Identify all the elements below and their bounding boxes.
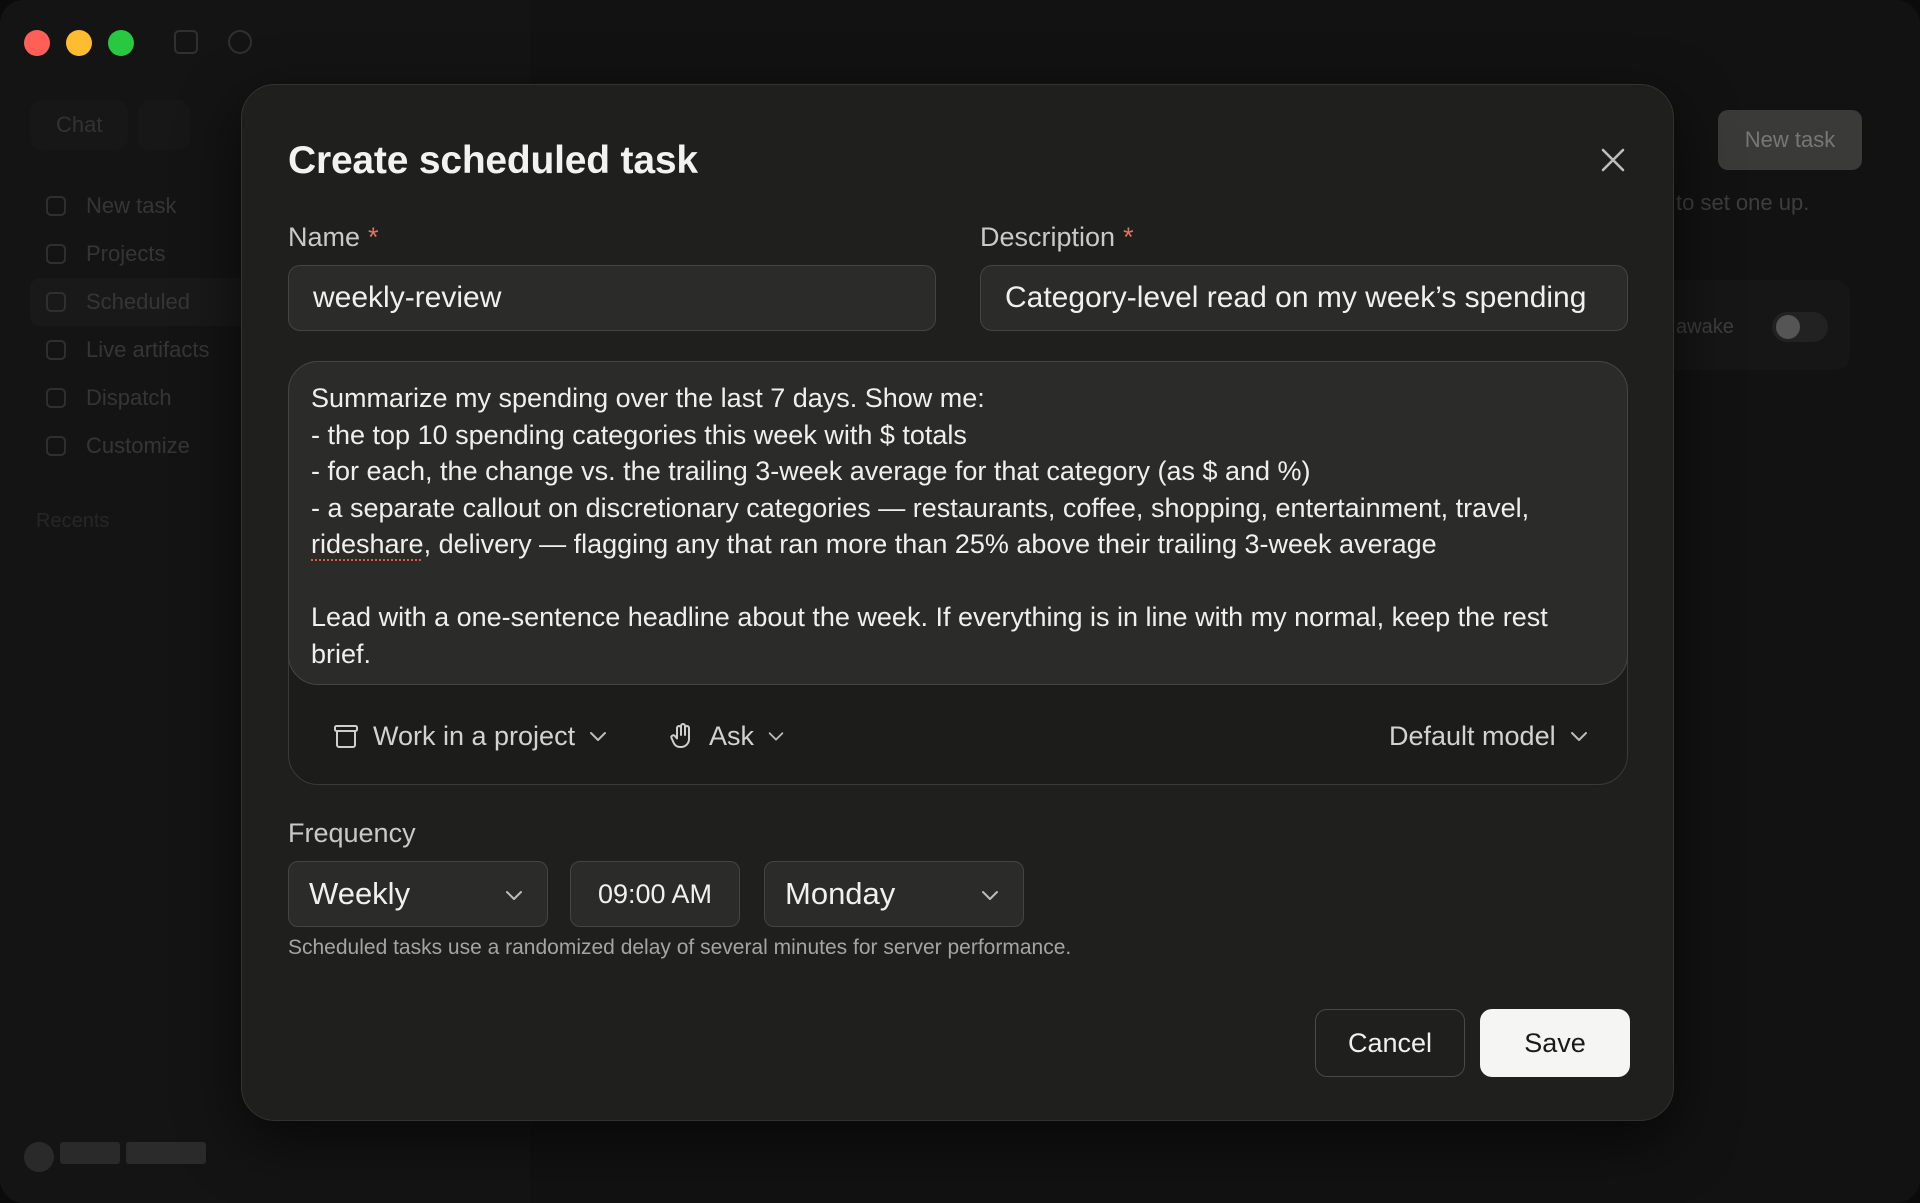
minimize-window-button[interactable] — [66, 30, 92, 56]
window-controls — [24, 30, 134, 56]
frequency-helper-text: Scheduled tasks use a randomized delay o… — [288, 936, 1072, 959]
sidebar-item-label: Scheduled — [86, 289, 190, 314]
prompt-textarea[interactable]: Summarize my spending over the last 7 da… — [288, 361, 1628, 685]
prompt-line: - for each, the change vs. the trailing … — [311, 456, 1311, 486]
frequency-interval-select[interactable]: Weekly — [288, 861, 548, 927]
name-input[interactable]: weekly-review — [288, 265, 936, 331]
keep-awake-label: awake — [1676, 316, 1734, 338]
user-profile[interactable] — [24, 1142, 206, 1172]
day-of-week-value: Monday — [785, 876, 896, 911]
required-mark: * — [1123, 222, 1134, 252]
plus-icon — [46, 196, 66, 216]
sidebar-item-label: Dispatch — [86, 385, 172, 410]
prompt-toolbar: Work in a project Ask Default model — [289, 686, 1627, 784]
frequency-label: Frequency — [288, 818, 416, 848]
main-content-background — [1660, 0, 1920, 1203]
chevron-down-icon — [590, 732, 607, 741]
save-button[interactable]: Save — [1480, 1009, 1630, 1077]
dispatch-icon — [46, 388, 66, 408]
name-label-text: Name — [288, 222, 361, 252]
prompt-line: brief. — [311, 638, 372, 669]
chevron-down-icon — [768, 732, 784, 741]
close-icon — [1601, 148, 1625, 172]
project-selector-label: Work in a project — [373, 720, 576, 751]
prompt-line-rest: , delivery — flagging any that ran more … — [423, 529, 1437, 559]
model-selector-label: Default model — [1389, 720, 1556, 751]
create-scheduled-task-dialog: Create scheduled task Name * weekly-revie… — [241, 84, 1674, 1121]
chevron-down-icon — [1570, 732, 1587, 741]
prompt-line: rideshare, delivery — flagging any that … — [311, 526, 1605, 563]
prompt-composer: Summarize my spending over the last 7 da… — [288, 361, 1628, 785]
maximize-window-button[interactable] — [108, 30, 134, 56]
chevron-down-icon — [982, 891, 998, 900]
sidebar-item-label: Live artifacts — [86, 337, 210, 362]
sidebar-item-label: New task — [86, 193, 177, 218]
new-task-button[interactable]: New task — [1718, 110, 1862, 170]
name-label: Name * — [288, 222, 379, 253]
frequency-interval-value: Weekly — [309, 876, 411, 911]
description-label-text: Description — [980, 222, 1116, 252]
misspelled-word: rideshare — [311, 529, 424, 559]
cancel-button[interactable]: Cancel — [1315, 1009, 1465, 1077]
prompt-line: - a separate callout on discretionary ca… — [311, 492, 1530, 523]
time-input[interactable]: 09:00 AM — [570, 861, 740, 927]
day-of-week-select[interactable]: Monday — [764, 861, 1024, 927]
prompt-line: Lead with a one-sentence headline about … — [311, 602, 1548, 632]
prompt-line: - the top 10 spending categories this we… — [311, 419, 967, 450]
app-window: Chat New task Projects Scheduled Live ar… — [0, 0, 1920, 1203]
sidebar-item-label: Projects — [86, 241, 166, 266]
toolbar-icons — [174, 30, 252, 54]
tab-chat-label: Chat — [56, 112, 103, 137]
folder-icon — [46, 244, 66, 264]
required-mark: * — [368, 222, 379, 252]
prompt-line: Summarize my spending over the last 7 da… — [311, 383, 985, 413]
user-plan-redacted — [126, 1142, 206, 1164]
search-icon[interactable] — [228, 30, 252, 54]
tab-chat[interactable]: Chat — [30, 100, 129, 150]
user-name-redacted — [60, 1142, 120, 1164]
hand-icon — [670, 723, 690, 748]
avatar — [24, 1142, 54, 1172]
permission-selector-label: Ask — [709, 720, 755, 751]
mode-tabs: Chat — [30, 100, 191, 150]
empty-state-hint: to set one up. — [1676, 190, 1810, 215]
close-window-button[interactable] — [24, 30, 50, 56]
model-selector[interactable]: Default model — [1389, 714, 1590, 758]
keep-awake-toggle[interactable] — [1772, 312, 1828, 342]
prompt-blank-line — [311, 563, 1605, 600]
customize-icon — [46, 436, 66, 456]
permission-selector[interactable]: Ask — [667, 714, 786, 758]
project-box-icon — [334, 725, 358, 748]
clock-icon — [46, 292, 66, 312]
sidebar-toggle-icon[interactable] — [174, 30, 198, 54]
chevron-down-icon — [506, 891, 522, 900]
close-dialog-button[interactable] — [1596, 143, 1630, 177]
description-input[interactable]: Category-level read on my week’s spendin… — [980, 265, 1628, 331]
description-label: Description * — [980, 222, 1134, 253]
project-selector[interactable]: Work in a project — [331, 714, 609, 758]
artifact-icon — [46, 340, 66, 360]
tab-cowork[interactable] — [138, 100, 191, 150]
sidebar-item-label: Customize — [86, 433, 190, 458]
dialog-title: Create scheduled task — [288, 139, 698, 182]
